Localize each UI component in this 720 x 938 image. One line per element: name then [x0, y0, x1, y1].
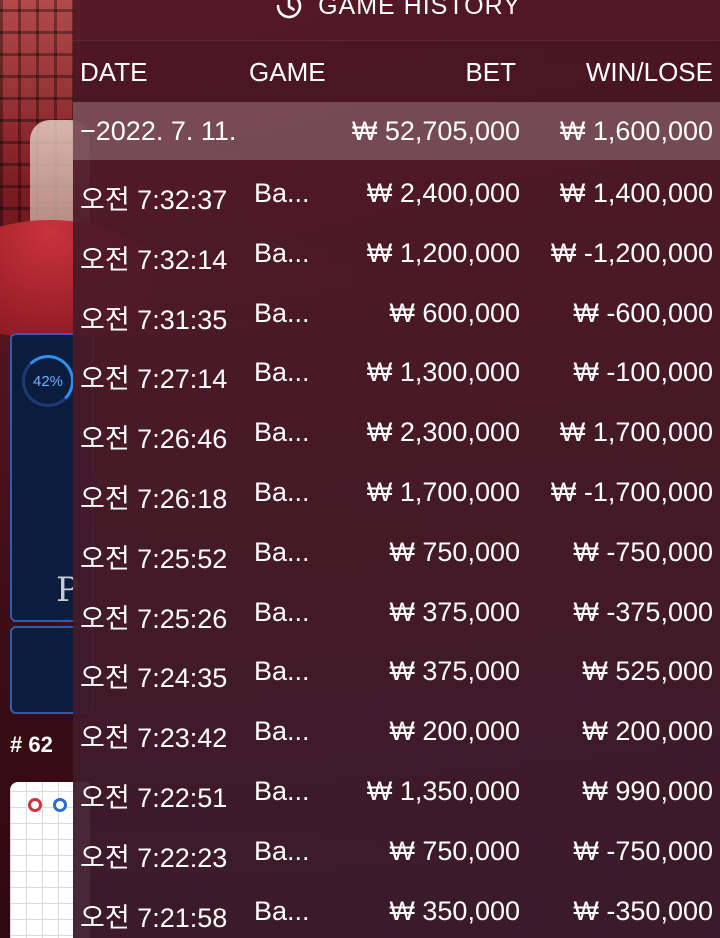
- column-header-date[interactable]: DATE: [80, 57, 147, 88]
- history-row-time: 오전 7:22:23: [80, 842, 228, 873]
- column-header-win-lose[interactable]: WIN/LOSE: [586, 57, 713, 88]
- history-row-bet: ₩ 375,000: [389, 656, 520, 687]
- history-row-bet: ₩ 2,400,000: [366, 178, 520, 208]
- banker-road-marker: [28, 798, 42, 812]
- history-row[interactable]: 오전 7:26:46 Ba... ₩ 2,300,000 ₩ 1,700,000: [73, 405, 720, 465]
- history-row-time: 오전 7:26:18: [80, 483, 228, 514]
- summary-date: −2022. 7. 11.: [80, 116, 237, 146]
- history-column-headers: DATE GAME BET WIN/LOSE: [73, 40, 720, 103]
- history-row[interactable]: 오전 7:32:37 Ba... ₩ 2,400,000 ₩ 1,400,000: [73, 166, 720, 226]
- round-number: # 62: [10, 732, 53, 757]
- summary-total-bet: ₩ 52,705,000: [351, 116, 520, 146]
- history-row[interactable]: 오전 7:22:51 Ba... ₩ 1,350,000 ₩ 990,000: [73, 764, 720, 824]
- history-row-win-lose: ₩ -375,000: [573, 596, 713, 627]
- history-row-time: 오전 7:32:37: [80, 185, 228, 215]
- history-row-time: 오전 7:31:35: [80, 304, 228, 335]
- history-row[interactable]: 오전 7:21:58 Ba... ₩ 350,000 ₩ -350,000: [73, 884, 720, 938]
- history-row-bet: ₩ 1,350,000: [366, 775, 520, 806]
- history-row[interactable]: 오전 7:31:35 Ba... ₩ 600,000 ₩ -600,000: [73, 286, 720, 346]
- history-row-bet: ₩ 350,000: [389, 895, 520, 926]
- history-row-game: Ba...: [254, 895, 310, 926]
- history-row[interactable]: 오전 7:24:35 Ba... ₩ 375,000 ₩ 525,000: [73, 644, 720, 704]
- history-row-win-lose: ₩ 525,000: [582, 656, 713, 687]
- gauge-percent-text: 42%: [32, 372, 64, 390]
- column-header-bet[interactable]: BET: [465, 57, 516, 88]
- summary-total-win-lose: ₩ 1,600,000: [559, 116, 713, 146]
- history-row-win-lose: ₩ 990,000: [582, 775, 713, 806]
- history-row-bet: ₩ 750,000: [389, 835, 520, 866]
- history-row[interactable]: 오전 7:23:42 Ba... ₩ 200,000 ₩ 200,000: [73, 704, 720, 764]
- player-road-marker: [53, 798, 67, 812]
- history-row-bet: ₩ 1,700,000: [366, 476, 520, 507]
- history-row-win-lose: ₩ 1,400,000: [559, 178, 713, 208]
- history-date-summary-row[interactable]: −2022. 7. 11. ₩ 52,705,000 ₩ 1,600,000: [73, 102, 720, 160]
- history-row-game: Ba...: [254, 417, 310, 448]
- history-row-game: Ba...: [254, 476, 310, 507]
- game-history-title: GAME HISTORY: [318, 0, 521, 20]
- history-row-game: Ba...: [254, 178, 310, 208]
- history-row-time: 오전 7:23:42: [80, 723, 228, 754]
- history-row-win-lose: ₩ -750,000: [573, 835, 713, 866]
- history-row-bet: ₩ 600,000: [389, 297, 520, 328]
- history-row-win-lose: ₩ -1,700,000: [550, 476, 713, 507]
- history-row-win-lose: ₩ -600,000: [573, 297, 713, 328]
- history-row-win-lose: ₩ -100,000: [573, 357, 713, 388]
- history-row[interactable]: 오전 7:25:52 Ba... ₩ 750,000 ₩ -750,000: [73, 525, 720, 585]
- column-header-game[interactable]: GAME: [249, 57, 326, 88]
- history-row-win-lose: ₩ -350,000: [573, 895, 713, 926]
- history-rows-list: 오전 7:32:37 Ba... ₩ 2,400,000 ₩ 1,400,000 오전 …: [73, 166, 720, 938]
- history-row-game: Ba...: [254, 716, 310, 747]
- history-row-time: 오전 7:25:26: [80, 603, 228, 634]
- history-row[interactable]: 오전 7:25:26 Ba... ₩ 375,000 ₩ -375,000: [73, 585, 720, 645]
- history-row-bet: ₩ 750,000: [389, 536, 520, 567]
- history-row-game: Ba...: [254, 775, 310, 806]
- history-row[interactable]: 오전 7:26:18 Ba... ₩ 1,700,000 ₩ -1,700,000: [73, 465, 720, 525]
- history-row-time: 오전 7:25:52: [80, 543, 228, 574]
- history-row-game: Ba...: [254, 656, 310, 687]
- game-history-panel: GAME HISTORY DATE GAME BET WIN/LOSE −202…: [73, 0, 720, 938]
- history-row-bet: ₩ 375,000: [389, 596, 520, 627]
- history-row-game: Ba...: [254, 357, 310, 388]
- history-row-win-lose: ₩ -1,200,000: [550, 237, 713, 268]
- history-row-time: 오전 7:24:35: [80, 663, 228, 694]
- history-row-game: Ba...: [254, 536, 310, 567]
- history-row-bet: ₩ 2,300,000: [366, 417, 520, 448]
- bet-percentage-gauge: 42%: [22, 355, 74, 407]
- history-row-game: Ba...: [254, 297, 310, 328]
- history-row-time: 오전 7:27:14: [80, 364, 228, 395]
- history-row-win-lose: ₩ 1,700,000: [559, 417, 713, 448]
- game-history-header: GAME HISTORY: [73, 0, 720, 24]
- history-row[interactable]: 오전 7:22:23 Ba... ₩ 750,000 ₩ -750,000: [73, 824, 720, 884]
- history-row-time: 오전 7:32:14: [80, 244, 228, 275]
- history-row-time: 오전 7:26:46: [80, 424, 228, 455]
- history-row[interactable]: 오전 7:32:14 Ba... ₩ 1,200,000 ₩ -1,200,000: [73, 226, 720, 286]
- history-row-game: Ba...: [254, 596, 310, 627]
- history-row-win-lose: ₩ -750,000: [573, 536, 713, 567]
- history-row-win-lose: ₩ 200,000: [582, 716, 713, 747]
- history-clock-icon: [272, 0, 306, 23]
- history-row-bet: ₩ 1,200,000: [366, 237, 520, 268]
- history-row-game: Ba...: [254, 835, 310, 866]
- history-row[interactable]: 오전 7:27:14 Ba... ₩ 1,300,000 ₩ -100,000: [73, 345, 720, 405]
- history-row-time: 오전 7:22:51: [80, 782, 228, 813]
- history-row-bet: ₩ 1,300,000: [366, 357, 520, 388]
- game-screen: 42% P # 62 GAME HISTORY DATE GAME BET WI…: [0, 0, 720, 938]
- history-row-bet: ₩ 200,000: [389, 716, 520, 747]
- history-row-game: Ba...: [254, 237, 310, 268]
- history-row-time: 오전 7:21:58: [80, 902, 228, 933]
